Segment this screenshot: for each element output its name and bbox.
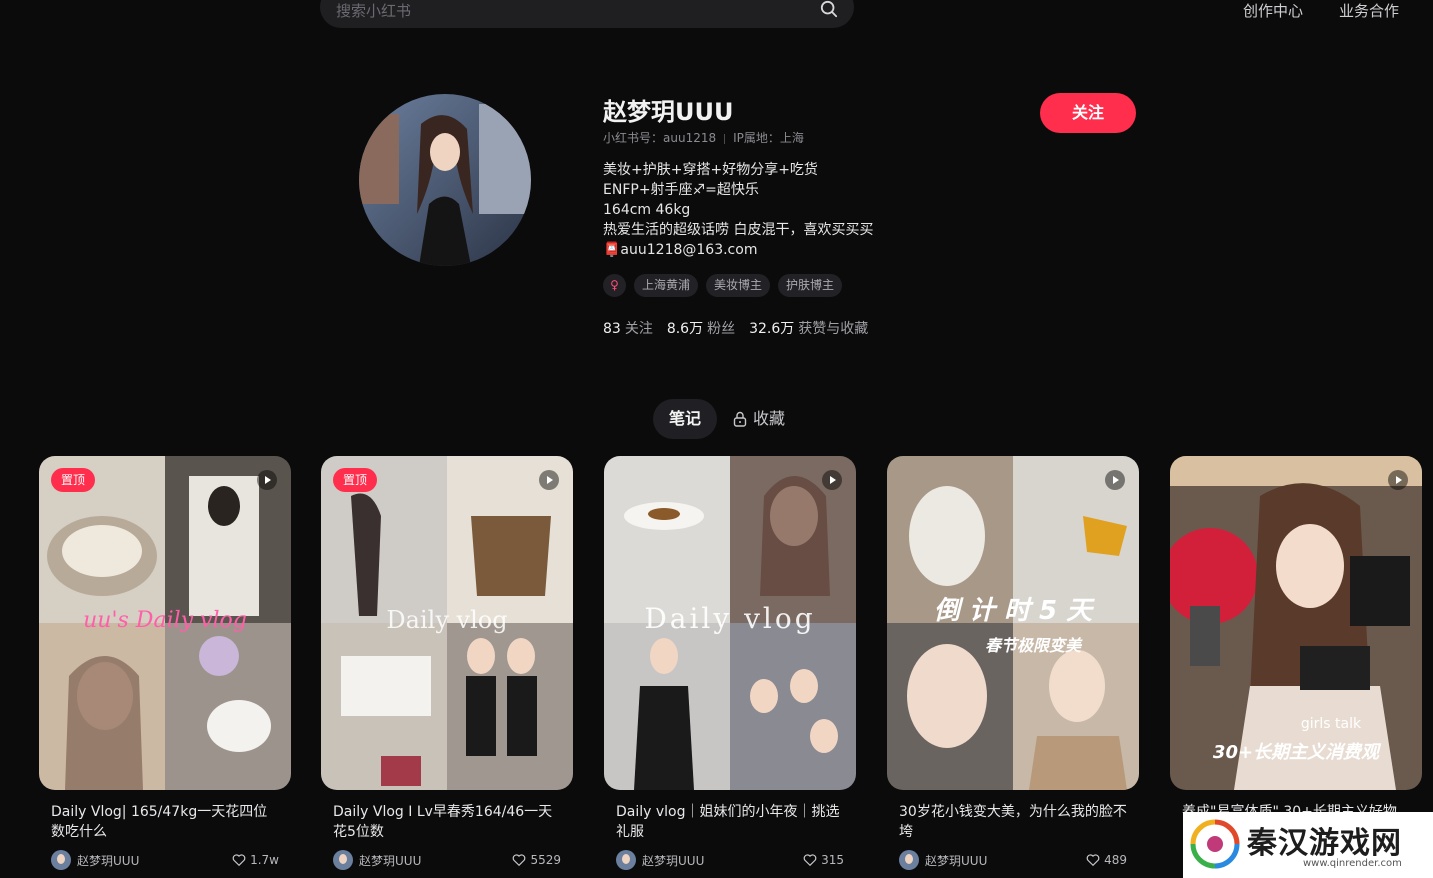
note-title[interactable]: Daily vlog｜姐妹们的小年夜｜挑选礼服 [616,802,844,842]
author-avatar[interactable] [899,850,919,870]
heart-icon [232,854,246,867]
cover-overlay-text: Daily vlog [644,602,816,635]
author-avatar[interactable] [333,850,353,870]
tag-skincare: 护肤博主 [778,274,843,297]
like-count: 315 [821,853,844,867]
video-icon [257,470,277,490]
search-icon[interactable] [820,0,838,18]
tag-location: 上海黄浦 [634,274,699,297]
author-avatar[interactable] [51,850,71,870]
stat-likes[interactable]: 32.6万 获赞与收藏 [749,318,868,338]
like-button[interactable]: 315 [803,853,844,867]
bio-line: 热爱生活的超级话唠 白皮混干，喜欢买买买 [603,222,874,238]
profile-meta: 小红书号：auu1218 IP属地：上海 [603,129,804,146]
like-button[interactable]: 5529 [512,853,561,867]
search-input[interactable]: 搜索小红书 [336,0,411,21]
note-cover[interactable]: 倒 计 时 5 天 春节极限变美 [887,456,1139,790]
watermark-url: www.qinrender.com [1303,858,1402,869]
bio-line: 📮auu1218@163.com [603,242,758,258]
note-footer: 赵梦玥UUU 1.7w [51,850,279,870]
profile-bio: 美妆+护肤+穿搭+好物分享+吃货 ENFP+射手座♐=超快乐 164cm 46k… [603,160,873,260]
heart-icon [1086,854,1100,867]
note-footer: 赵梦玥UUU 489 [899,850,1127,870]
bio-line: 164cm 46kg [603,202,691,218]
tag-makeup: 美妆博主 [706,274,771,297]
author-name[interactable]: 赵梦玥UUU [642,852,803,869]
profile-tags: ♀ 上海黄浦 美妆博主 护肤博主 [603,274,843,297]
note-card[interactable]: girls talk 30+长期主义消费观 养成"易富体质" 30+长期主义好物 [1170,456,1422,842]
like-count: 1.7w [250,853,279,867]
cover-overlay-subtext: 春节极限变美 [984,636,1081,655]
avatar [359,94,531,266]
bio-line: ENFP+射手座♐=超快乐 [603,182,759,198]
female-icon: ♀ [603,274,626,297]
note-cover[interactable]: girls talk 30+长期主义消费观 [1170,456,1422,790]
note-cover[interactable]: 置顶 Daily vlog [321,456,573,790]
creator-center-link[interactable]: 创作中心 [1243,0,1303,21]
tab-collect[interactable]: 收藏 [733,399,785,439]
cover-overlay-text: 倒 计 时 5 天 [933,596,1093,626]
video-icon [822,470,842,490]
video-icon [1105,470,1125,490]
bio-line: 美妆+护肤+穿搭+好物分享+吃货 [603,162,818,178]
cover-overlay-text: Daily vlog [386,606,508,634]
note-cover[interactable]: 置顶 uu's Daily vlog [39,456,291,790]
cover-overlay-text: uu's Daily vlog [83,608,247,633]
pinned-badge: 置顶 [51,468,96,492]
author-name[interactable]: 赵梦玥UUU [77,852,232,869]
watermark-text: 秦汉游戏网 [1247,826,1402,861]
note-title[interactable]: Daily Vlog I Lv早春秀164/46一天花5位数 [333,802,561,842]
stat-followers[interactable]: 8.6万 粉丝 [667,318,735,338]
lock-icon [733,411,747,427]
video-icon [1388,470,1408,490]
follow-button[interactable]: 关注 [1040,93,1136,133]
profile-stats: 83 关注 8.6万 粉丝 32.6万 获赞与收藏 [603,318,868,338]
business-link[interactable]: 业务合作 [1339,0,1399,21]
heart-icon [803,854,817,867]
cover-overlay-text: girls talk [1300,716,1362,732]
red-id: 小红书号：auu1218 [603,131,717,145]
note-title[interactable]: 30岁花小钱变大美，为什么我的脸不垮 [899,802,1127,842]
search-bar[interactable]: 搜索小红书 [320,0,854,28]
note-title[interactable]: Daily Vlog| 165/47kg一天花四位数吃什么 [51,802,279,842]
author-name[interactable]: 赵梦玥UUU [925,852,1086,869]
note-card[interactable]: 倒 计 时 5 天 春节极限变美 30岁花小钱变大美，为什么我的脸不垮 赵梦玥U… [887,456,1139,870]
watermark: 秦汉游戏网 www.qinrender.com [1183,812,1433,878]
profile-nickname: 赵梦玥UUU [603,98,734,126]
author-avatar[interactable] [616,850,636,870]
like-count: 5529 [530,853,561,867]
like-button[interactable]: 489 [1086,853,1127,867]
stat-following[interactable]: 83 关注 [603,318,653,338]
pinned-badge: 置顶 [333,468,378,492]
note-footer: 赵梦玥UUU 5529 [333,850,561,870]
heart-icon [513,854,526,867]
divider [724,133,726,144]
note-card[interactable]: 置顶 Daily vlog Daily Vlog I Lv早春秀164/46一天… [321,456,573,870]
tab-notes[interactable]: 笔记 [653,399,717,439]
note-cover[interactable]: Daily vlog [604,456,856,790]
ip-location: IP属地：上海 [733,131,804,145]
like-count: 489 [1104,853,1127,867]
note-card[interactable]: Daily vlog Daily vlog｜姐妹们的小年夜｜挑选礼服 赵梦玥UU… [604,456,856,870]
cover-overlay-subtext: 30+长期主义消费观 [1212,742,1380,763]
video-icon [539,470,559,490]
tab-collect-label: 收藏 [753,409,786,428]
like-button[interactable]: 1.7w [232,853,279,867]
note-footer: 赵梦玥UUU 315 [616,850,844,870]
site-logo-icon [1190,819,1240,869]
author-name[interactable]: 赵梦玥UUU [359,852,512,869]
note-card[interactable]: 置顶 uu's Daily vlog Daily Vlog| 165/47kg一… [39,456,291,870]
